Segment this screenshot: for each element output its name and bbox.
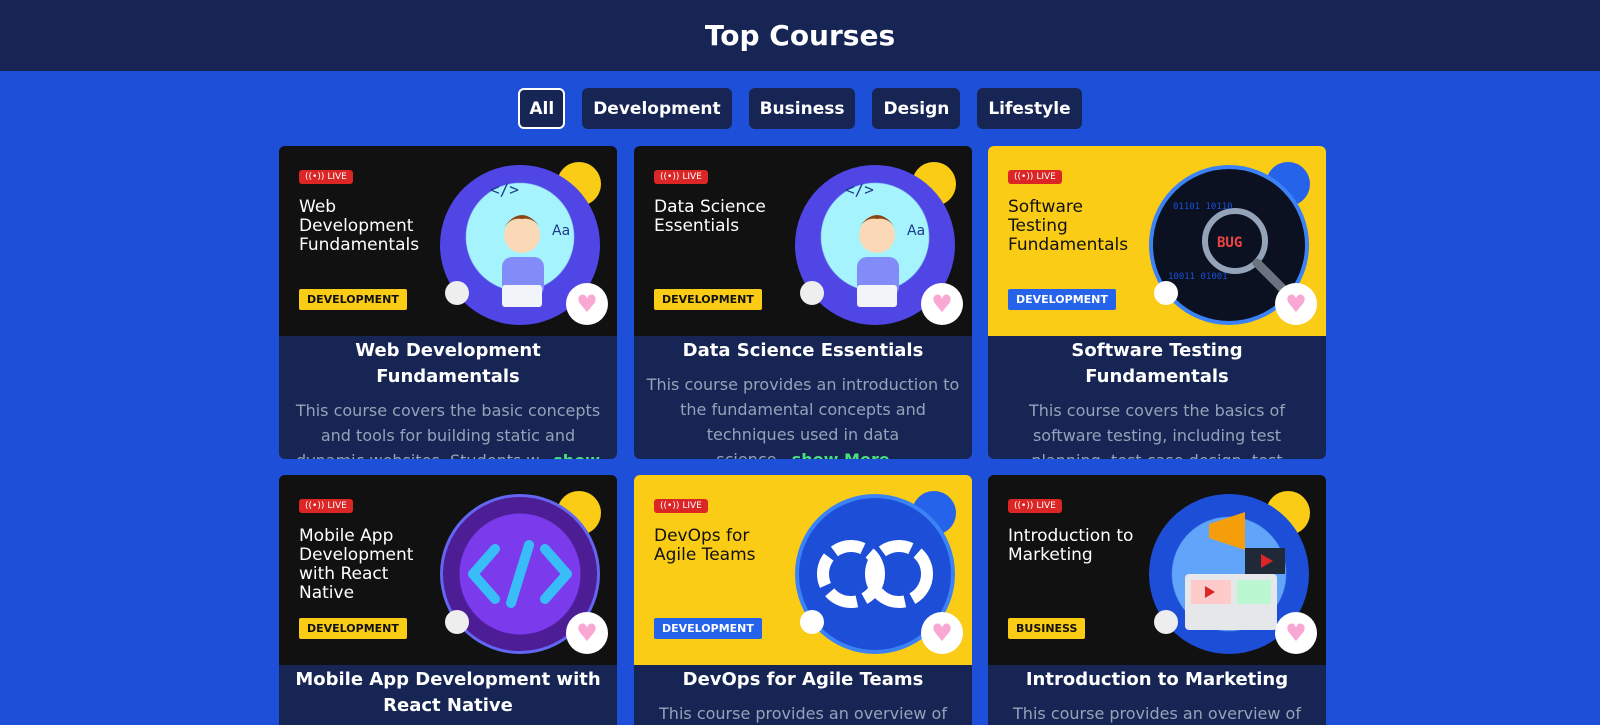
favorite-heart-icon[interactable]: ♥	[921, 283, 963, 325]
category-badge: BUSINESS	[1008, 618, 1086, 639]
description-text: This course covers the basics of softwar…	[1029, 401, 1285, 459]
svg-text:</>: </>	[490, 180, 519, 199]
live-badge: ((•)) LIVE	[1008, 170, 1062, 184]
category-badge: DEVELOPMENT	[654, 618, 762, 639]
filter-business-button[interactable]: Business	[748, 88, 856, 129]
thumbnail-title: Data Science Essentials	[654, 197, 766, 236]
category-filters: All Development Business Design Lifestyl…	[0, 88, 1600, 129]
course-thumbnail: </> Aa ((•)) LIVE Web Development Fundame…	[279, 146, 617, 336]
live-label: LIVE	[1036, 501, 1056, 511]
thumbnail-title: Web Development Fundamentals	[299, 197, 420, 255]
thumbnail-title: Mobile App Development with React Native	[299, 526, 414, 603]
svg-text:BUG: BUG	[1217, 235, 1242, 251]
live-label: LIVE	[327, 501, 347, 511]
course-thumbnail: </> Aa ((•)) LIVE Data Science Essentials…	[634, 146, 972, 336]
course-card[interactable]: </> Aa ((•)) LIVE Web Development Fundame…	[279, 146, 617, 459]
course-description: This course provides an overview of DevO…	[659, 704, 947, 723]
svg-text:Aa: Aa	[907, 223, 925, 239]
live-icon: ((•))	[1014, 501, 1034, 511]
decorative-dot	[1154, 281, 1178, 305]
course-title: Data Science Essentials	[682, 340, 924, 361]
svg-text:</>: </>	[845, 180, 874, 199]
live-label: LIVE	[682, 172, 702, 182]
svg-text:Aa: Aa	[552, 223, 570, 239]
header-bar: Top Courses	[0, 0, 1600, 71]
favorite-heart-icon[interactable]: ♥	[566, 283, 608, 325]
course-description: This course covers the basic concepts an…	[279, 392, 617, 459]
decorative-dot	[445, 281, 469, 305]
live-badge: ((•)) LIVE	[299, 170, 353, 184]
course-card[interactable]: ((•)) LIVE DevOps for Agile Teams DEVELOP…	[634, 475, 972, 725]
thumbnail-title: Introduction to Marketing	[1008, 526, 1134, 565]
course-title: Web Development Fundamentals	[355, 340, 541, 387]
category-badge: DEVELOPMENT	[299, 289, 407, 310]
page-title: Top Courses	[704, 19, 896, 52]
filter-all-button[interactable]: All	[518, 88, 566, 129]
decorative-dot	[1154, 610, 1178, 634]
course-thumbnail: ((•)) LIVE Mobile App Development with Re…	[279, 475, 617, 665]
live-label: LIVE	[327, 172, 347, 182]
svg-text:01101 10110: 01101 10110	[1173, 202, 1233, 212]
course-title: Introduction to Marketing	[1025, 669, 1289, 690]
course-card[interactable]: ((•)) LIVE Mobile App Development with Re…	[279, 475, 617, 725]
course-card[interactable]: ((•)) LIVE Introduction to Marketing BUSI…	[988, 475, 1326, 725]
thumbnail-title: Software Testing Fundamentals	[1008, 197, 1129, 255]
favorite-heart-icon[interactable]: ♥	[1275, 283, 1317, 325]
course-card[interactable]: BUG 01101 10110 10011 01001 ((•)) LIVE So…	[988, 146, 1326, 459]
favorite-heart-icon[interactable]: ♥	[1275, 612, 1317, 654]
live-icon: ((•))	[660, 172, 680, 182]
course-title: Mobile App Development with React Native	[295, 669, 601, 716]
category-badge: DEVELOPMENT	[1008, 289, 1116, 310]
live-badge: ((•)) LIVE	[654, 499, 708, 513]
course-description: This course covers the basics of softwar…	[988, 392, 1326, 459]
live-icon: ((•))	[305, 501, 325, 511]
category-badge: DEVELOPMENT	[654, 289, 762, 310]
description-text: This course provides an introduction to …	[646, 375, 960, 459]
course-thumbnail: BUG 01101 10110 10011 01001 ((•)) LIVE So…	[988, 146, 1326, 336]
thumbnail-title: DevOps for Agile Teams	[654, 526, 756, 565]
filter-design-button[interactable]: Design	[872, 88, 961, 129]
decorative-dot	[800, 610, 824, 634]
category-badge: DEVELOPMENT	[299, 618, 407, 639]
favorite-heart-icon[interactable]: ♥	[921, 612, 963, 654]
course-description	[279, 721, 617, 725]
course-description: This course provides an introduction to …	[634, 366, 972, 459]
course-description: This course provides an overview of	[1013, 704, 1301, 723]
live-icon: ((•))	[305, 172, 325, 182]
live-label: LIVE	[1036, 172, 1056, 182]
live-icon: ((•))	[1014, 172, 1034, 182]
live-badge: ((•)) LIVE	[1008, 499, 1062, 513]
course-card[interactable]: </> Aa ((•)) LIVE Data Science Essentials…	[634, 146, 972, 459]
course-thumbnail: ((•)) LIVE Introduction to Marketing BUSI…	[988, 475, 1326, 665]
live-label: LIVE	[682, 501, 702, 511]
svg-text:10011 01001: 10011 01001	[1168, 272, 1228, 282]
decorative-dot	[445, 610, 469, 634]
filter-lifestyle-button[interactable]: Lifestyle	[977, 88, 1082, 129]
live-badge: ((•)) LIVE	[299, 499, 353, 513]
course-title: Software Testing Fundamentals	[1071, 340, 1243, 387]
live-badge: ((•)) LIVE	[654, 170, 708, 184]
show-more-link[interactable]: show More	[792, 450, 890, 459]
course-thumbnail: ((•)) LIVE DevOps for Agile Teams DEVELOP…	[634, 475, 972, 665]
live-icon: ((•))	[660, 501, 680, 511]
filter-development-button[interactable]: Development	[582, 88, 732, 129]
favorite-heart-icon[interactable]: ♥	[566, 612, 608, 654]
decorative-dot	[800, 281, 824, 305]
course-title: DevOps for Agile Teams	[682, 669, 924, 690]
